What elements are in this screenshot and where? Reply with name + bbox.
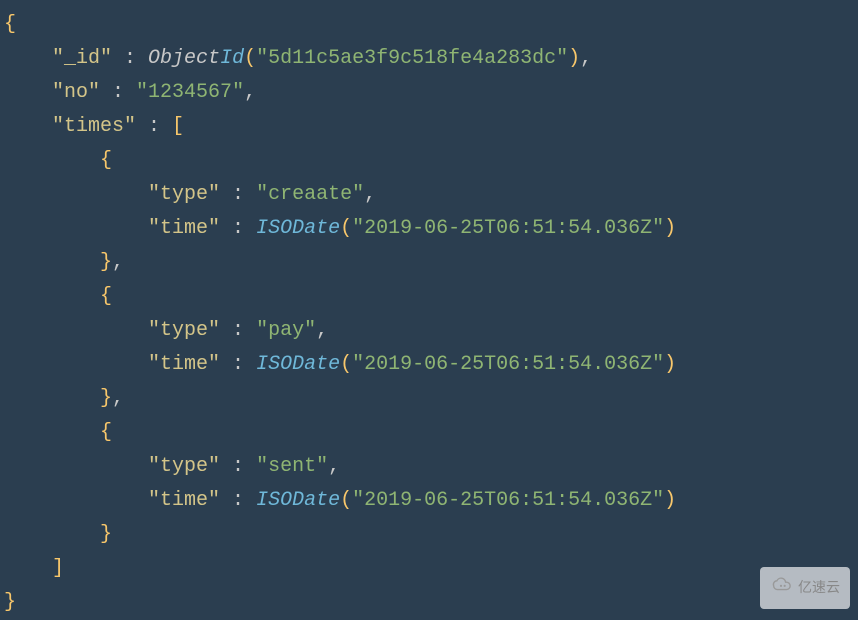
open-paren: ( [340, 489, 352, 512]
close-paren: ) [664, 489, 676, 512]
comma: , [328, 455, 340, 478]
id-fn: Id [220, 47, 244, 70]
open-paren: ( [244, 47, 256, 70]
open-paren: ( [340, 353, 352, 376]
comma: , [112, 251, 124, 274]
code-block: { "_id" : ObjectId("5d11c5ae3f9c518fe4a2… [4, 8, 854, 620]
inner-close-brace: } [100, 523, 112, 546]
close-paren: ) [664, 217, 676, 240]
inner-close-brace: } [100, 387, 112, 410]
no-key: "no" [52, 81, 100, 104]
watermark-text: 亿速云 [798, 576, 840, 600]
id-value: "5d11c5ae3f9c518fe4a283dc" [256, 47, 568, 70]
time-key: "time" [148, 217, 220, 240]
colon: : [136, 115, 172, 138]
colon: : [100, 81, 136, 104]
type-value-3: "sent" [256, 455, 328, 478]
type-key: "type" [148, 319, 220, 342]
open-paren: ( [340, 217, 352, 240]
type-key: "type" [148, 183, 220, 206]
colon: : [220, 319, 256, 342]
comma: , [244, 81, 256, 104]
time-value-2: "2019-06-25T06:51:54.036Z" [352, 353, 664, 376]
colon: : [220, 455, 256, 478]
comma: , [112, 387, 124, 410]
colon: : [112, 47, 148, 70]
open-bracket: [ [172, 115, 184, 138]
close-bracket: ] [52, 557, 64, 580]
type-key: "type" [148, 455, 220, 478]
object-prefix: Object [148, 47, 220, 70]
comma: , [316, 319, 328, 342]
close-brace: } [4, 591, 16, 614]
colon: : [220, 353, 256, 376]
colon: : [220, 183, 256, 206]
type-value-2: "pay" [256, 319, 316, 342]
isodate-fn: ISODate [256, 217, 340, 240]
comma: , [580, 47, 592, 70]
times-key: "times" [52, 115, 136, 138]
no-value: "1234567" [136, 81, 244, 104]
colon: : [220, 217, 256, 240]
cloud-icon [770, 573, 792, 603]
time-key: "time" [148, 489, 220, 512]
isodate-fn: ISODate [256, 489, 340, 512]
close-paren: ) [568, 47, 580, 70]
type-value-1: "creaate" [256, 183, 364, 206]
inner-open-brace: { [100, 149, 112, 172]
open-brace: { [4, 13, 16, 36]
inner-close-brace: } [100, 251, 112, 274]
time-value-1: "2019-06-25T06:51:54.036Z" [352, 217, 664, 240]
inner-open-brace: { [100, 285, 112, 308]
time-key: "time" [148, 353, 220, 376]
watermark: 亿速云 [760, 567, 850, 609]
id-key: "_id" [52, 47, 112, 70]
inner-open-brace: { [100, 421, 112, 444]
time-value-3: "2019-06-25T06:51:54.036Z" [352, 489, 664, 512]
isodate-fn: ISODate [256, 353, 340, 376]
comma: , [364, 183, 376, 206]
colon: : [220, 489, 256, 512]
close-paren: ) [664, 353, 676, 376]
